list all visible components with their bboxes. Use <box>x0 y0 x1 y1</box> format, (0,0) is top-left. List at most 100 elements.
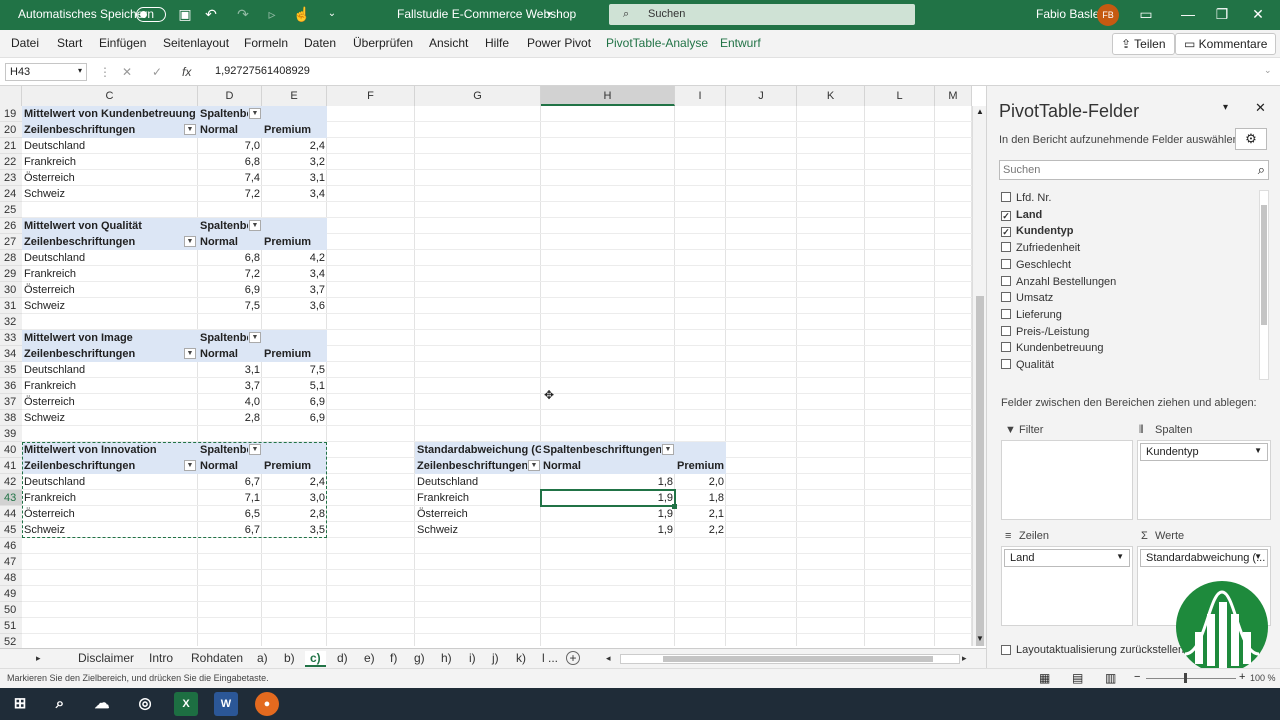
pivot-header-premium[interactable]: Premium <box>262 122 327 138</box>
row-header-24[interactable]: 24 <box>0 186 22 202</box>
pivot-title[interactable]: Mittelwert von Image <box>22 330 198 346</box>
row-header-46[interactable]: 46 <box>0 538 22 554</box>
row-header-31[interactable]: 31 <box>0 298 22 314</box>
close-icon[interactable]: ✕ <box>1250 5 1266 23</box>
row-header-39[interactable]: 39 <box>0 426 22 442</box>
sheet-tab[interactable]: h) <box>441 651 452 665</box>
pivot-cell-normal[interactable]: 7,5 <box>198 298 262 314</box>
minimize-icon[interactable]: — <box>1180 5 1196 23</box>
column-header-f[interactable]: F <box>327 86 415 106</box>
row-header-42[interactable]: 42 <box>0 474 22 490</box>
sheet-tab[interactable]: k) <box>516 651 526 665</box>
zoom-slider[interactable] <box>1146 678 1236 679</box>
tab-einfuegen[interactable]: Einfügen <box>99 36 146 50</box>
pivot-cell-normal[interactable]: 3,7 <box>198 378 262 394</box>
pivot-row-country[interactable]: Deutschland <box>22 250 198 266</box>
redo-icon[interactable]: ↷ <box>234 5 252 23</box>
pivot-header-normal[interactable]: Normal <box>198 122 262 138</box>
row-header-41[interactable]: 41 <box>0 458 22 474</box>
tab-ansicht[interactable]: Ansicht <box>429 36 468 50</box>
scrollbar-thumb[interactable] <box>976 296 984 646</box>
column-header-m[interactable]: M <box>935 86 972 106</box>
sheet-tab[interactable]: g) <box>414 651 425 665</box>
std-pivot-title[interactable]: Standardabweichung (Gr <box>415 442 541 458</box>
tab-ueberpruefen[interactable]: Überprüfen <box>353 36 413 50</box>
share-button[interactable]: ⇪ Teilen <box>1112 33 1175 55</box>
pivot-row-label[interactable]: Zeilenbeschriftungen <box>22 346 182 362</box>
row-header-21[interactable]: 21 <box>0 138 22 154</box>
field-checkbox[interactable] <box>1001 242 1011 253</box>
std-pivot-row-country[interactable]: Frankreich <box>415 490 541 506</box>
std-pivot-cell-normal[interactable]: 1,8 <box>541 474 675 490</box>
column-header-d[interactable]: D <box>198 86 262 106</box>
field-item[interactable]: ✓ Kundentyp <box>1001 225 1073 238</box>
scrollbar-thumb[interactable] <box>1261 205 1267 325</box>
field-item[interactable]: Preis-/Leistung <box>1001 325 1089 338</box>
comments-button[interactable]: ▭ Kommentare <box>1175 33 1277 55</box>
search-icon[interactable]: ⌕ <box>48 692 72 716</box>
column-header-c[interactable]: C <box>22 86 198 106</box>
scroll-down-icon[interactable]: ▼ <box>976 634 984 643</box>
chevron-down-icon[interactable]: ▾ <box>547 9 552 20</box>
select-all-corner[interactable] <box>0 86 22 106</box>
sheet-tab[interactable]: Intro <box>149 651 173 665</box>
scroll-up-icon[interactable]: ▲ <box>976 107 984 116</box>
row-header-30[interactable]: 30 <box>0 282 22 298</box>
sheet-tab[interactable]: b) <box>284 651 295 665</box>
row-header-28[interactable]: 28 <box>0 250 22 266</box>
row-header-50[interactable]: 50 <box>0 602 22 618</box>
row-header-23[interactable]: 23 <box>0 170 22 186</box>
row-filter-button[interactable]: ▼ <box>528 460 540 471</box>
std-pivot-cell-premium[interactable]: 2,0 <box>675 474 726 490</box>
field-checkbox[interactable]: ✓ <box>1001 227 1011 238</box>
row-header-22[interactable]: 22 <box>0 154 22 170</box>
row-header-27[interactable]: 27 <box>0 234 22 250</box>
row-header-52[interactable]: 52 <box>0 634 22 648</box>
pivot-cell-normal[interactable]: 2,8 <box>198 410 262 426</box>
sheet-tab-active[interactable]: c) <box>305 651 326 667</box>
field-checkbox[interactable] <box>1001 258 1011 269</box>
pivot-cell-normal[interactable]: 7,4 <box>198 170 262 186</box>
row-header-34[interactable]: 34 <box>0 346 22 362</box>
tab-formeln[interactable]: Formeln <box>244 36 288 50</box>
pivot-column-label[interactable]: Spaltenbe <box>198 218 248 234</box>
std-pivot-cell-premium[interactable]: 2,2 <box>675 522 726 538</box>
column-header-e[interactable]: E <box>262 86 327 106</box>
pivot-cell-normal[interactable]: 3,1 <box>198 362 262 378</box>
column-header-k[interactable]: K <box>797 86 865 106</box>
row-header-51[interactable]: 51 <box>0 618 22 634</box>
field-checkbox[interactable] <box>1001 308 1011 319</box>
field-item[interactable]: Qualität <box>1001 359 1054 371</box>
undo-icon[interactable]: ↶ <box>202 5 220 23</box>
field-item[interactable]: Lieferung <box>1001 308 1062 321</box>
std-pivot-header-normal[interactable]: Normal <box>541 458 675 474</box>
pivot-cell-premium[interactable]: 4,2 <box>262 250 327 266</box>
add-sheet-icon[interactable]: + <box>566 651 580 665</box>
row-header-37[interactable]: 37 <box>0 394 22 410</box>
field-checkbox[interactable]: ✓ <box>1001 210 1011 221</box>
pivot-cell-premium[interactable]: 3,4 <box>262 266 327 282</box>
avatar[interactable]: FB <box>1097 4 1119 26</box>
column-filter-button[interactable]: ▼ <box>662 444 674 455</box>
pivot-cell-normal[interactable]: 6,9 <box>198 282 262 298</box>
defer-update-checkbox[interactable] <box>1001 645 1011 655</box>
pivot-row-country[interactable]: Österreich <box>22 394 198 410</box>
column-header-i[interactable]: I <box>675 86 726 106</box>
firefox-icon[interactable]: ● <box>255 692 279 716</box>
pivot-cell-normal[interactable]: 7,2 <box>198 186 262 202</box>
pivot-cell-premium[interactable]: 6,9 <box>262 394 327 410</box>
sheet-tab[interactable]: f) <box>390 651 397 665</box>
column-header-g[interactable]: G <box>415 86 541 106</box>
pivot-cell-premium[interactable]: 3,2 <box>262 154 327 170</box>
pivot-row-country[interactable]: Schweiz <box>22 410 198 426</box>
std-pivot-cell-premium[interactable]: 1,8 <box>675 490 726 506</box>
tab-datei[interactable]: Datei <box>11 36 39 50</box>
page-layout-icon[interactable]: ▤ <box>1072 671 1083 685</box>
insert-function-icon[interactable]: fx <box>182 65 191 79</box>
sheet-tab[interactable]: i) <box>469 651 476 665</box>
pivot-column-label[interactable]: Spaltenbe <box>198 330 248 346</box>
formula-input[interactable]: 1,92727561408929 <box>215 65 310 77</box>
windows-start-icon[interactable]: ⊞ <box>8 692 32 716</box>
row-header-40[interactable]: 40 <box>0 442 22 458</box>
enter-icon[interactable]: ✓ <box>152 65 162 79</box>
